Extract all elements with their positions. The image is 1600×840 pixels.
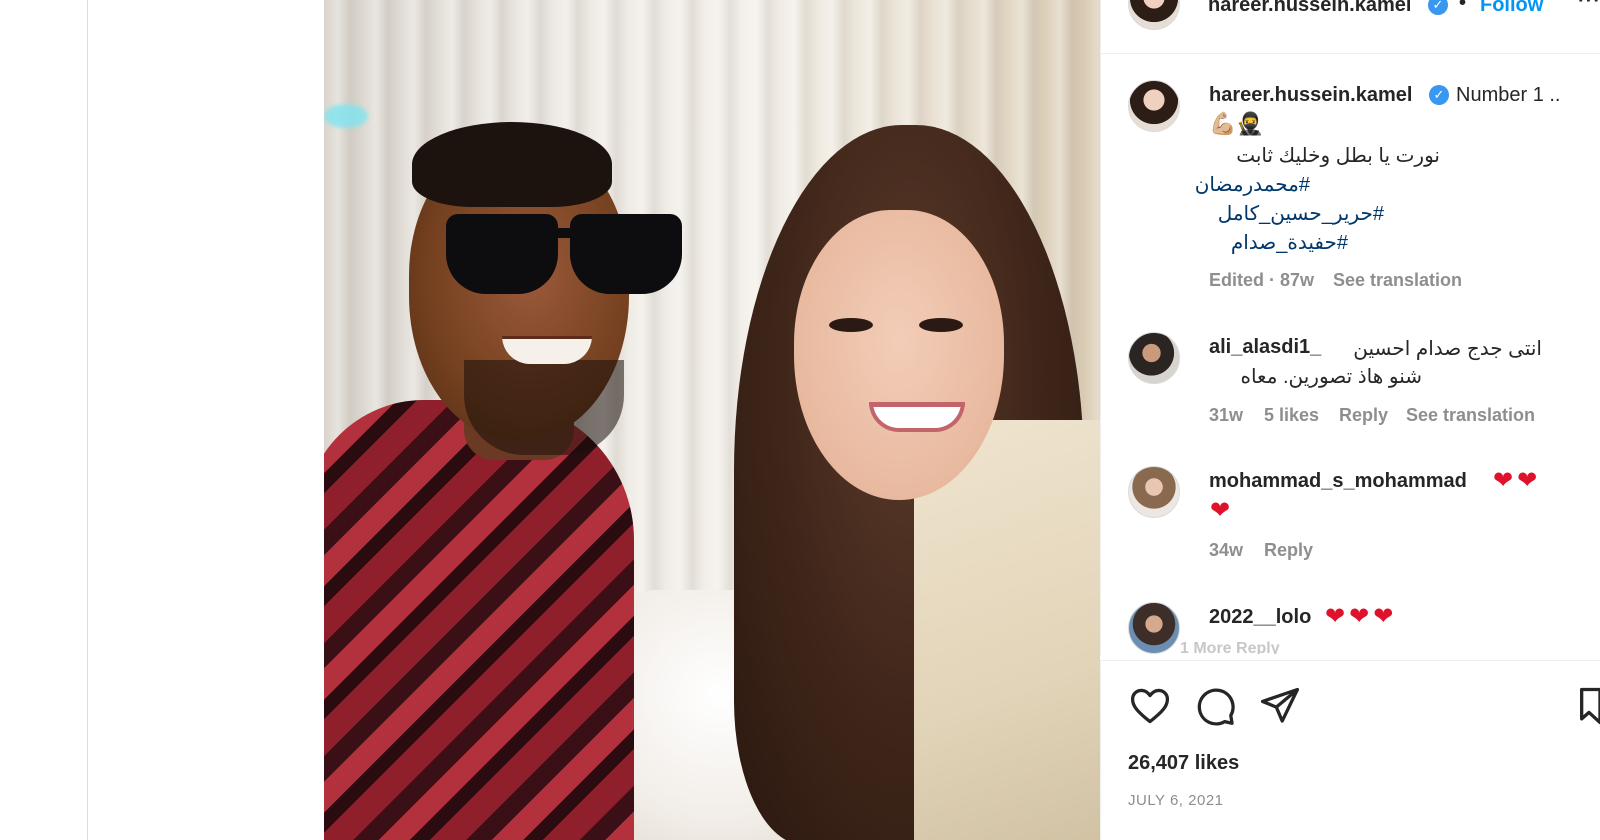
caption-hashtag[interactable]: #محمدرمضان xyxy=(1195,172,1310,197)
caption-username[interactable]: hareer.hussein.kamel xyxy=(1209,84,1412,107)
heart-icon[interactable] xyxy=(1128,684,1172,728)
sunglasses xyxy=(402,206,682,294)
comment-avatar[interactable] xyxy=(1128,466,1180,518)
modal-backdrop[interactable] xyxy=(89,0,324,840)
comment-avatar[interactable] xyxy=(1128,602,1180,654)
action-bar-divider xyxy=(1100,660,1600,661)
caption-emoji-line: 💪🏼🥷 xyxy=(1209,111,1264,136)
post-date[interactable]: JULY 6, 2021 xyxy=(1128,792,1224,809)
comment-see-translation[interactable]: See translation xyxy=(1406,405,1535,426)
caption-avatar[interactable] xyxy=(1128,80,1180,132)
comment-more-replies-label[interactable]: 1 More Reply xyxy=(1180,640,1280,654)
more-options-icon[interactable]: ··· xyxy=(1578,0,1600,13)
comment-more-replies[interactable]: 1 More Reply xyxy=(1180,640,1380,654)
caption-first-line: Number 1 .. xyxy=(1456,84,1561,106)
comment-icon[interactable] xyxy=(1193,684,1237,728)
comment-text: شنو هاذ تصورين. معاه xyxy=(1240,366,1422,388)
comment-hearts: ❤❤ xyxy=(1493,467,1542,494)
man-hair xyxy=(412,122,612,207)
comment-avatar[interactable] xyxy=(1128,332,1180,384)
caption-arabic-line: نورت يا بطل وخليك ثابت xyxy=(1236,145,1440,167)
header-separator: • xyxy=(1459,0,1467,14)
comment-hearts: ❤❤❤ xyxy=(1325,603,1398,630)
bookmark-icon[interactable] xyxy=(1578,684,1600,728)
post-photo[interactable] xyxy=(324,0,1100,840)
caption-hashtag[interactable]: #حفيدة_صدام xyxy=(1231,230,1348,255)
caption-hashtag[interactable]: #حرير_حسين_كامل xyxy=(1218,201,1384,226)
comment-username[interactable]: ali_alasdi1_ xyxy=(1209,336,1321,359)
woman-face xyxy=(794,210,1004,500)
comment-username[interactable]: 2022__lolo xyxy=(1209,606,1311,629)
left-gutter xyxy=(0,0,88,840)
woman-eye-left xyxy=(829,318,873,332)
comment-time[interactable]: 31w xyxy=(1209,405,1243,426)
man-shirt xyxy=(324,400,634,840)
woman-smile xyxy=(869,402,965,432)
photo-smudge xyxy=(324,104,368,128)
comment-reply-button[interactable]: Reply xyxy=(1264,540,1313,561)
man-beard xyxy=(464,360,624,455)
comment-reply-button[interactable]: Reply xyxy=(1339,405,1388,426)
comment-username[interactable]: mohammad_s_mohammad xyxy=(1209,470,1467,493)
follow-button[interactable]: Follow xyxy=(1480,0,1543,17)
comment-time[interactable]: 34w xyxy=(1209,540,1243,561)
comment-likes[interactable]: 5 likes xyxy=(1264,405,1319,426)
woman-eye-right xyxy=(919,318,963,332)
comment-hearts: ❤ xyxy=(1210,497,1235,524)
caption-edited-time[interactable]: Edited · 87w xyxy=(1209,270,1314,291)
man-smile xyxy=(502,336,592,364)
verified-badge-icon: ✓ xyxy=(1429,85,1449,105)
header-username[interactable]: hareer.hussein.kamel xyxy=(1208,0,1411,17)
likes-count[interactable]: 26,407 likes xyxy=(1128,752,1239,775)
comment-text: انتى جدج صدام احسين xyxy=(1353,338,1542,360)
caption-see-translation[interactable]: See translation xyxy=(1333,270,1462,291)
share-icon[interactable] xyxy=(1258,684,1302,728)
panel-scroll-mask xyxy=(1100,656,1600,660)
